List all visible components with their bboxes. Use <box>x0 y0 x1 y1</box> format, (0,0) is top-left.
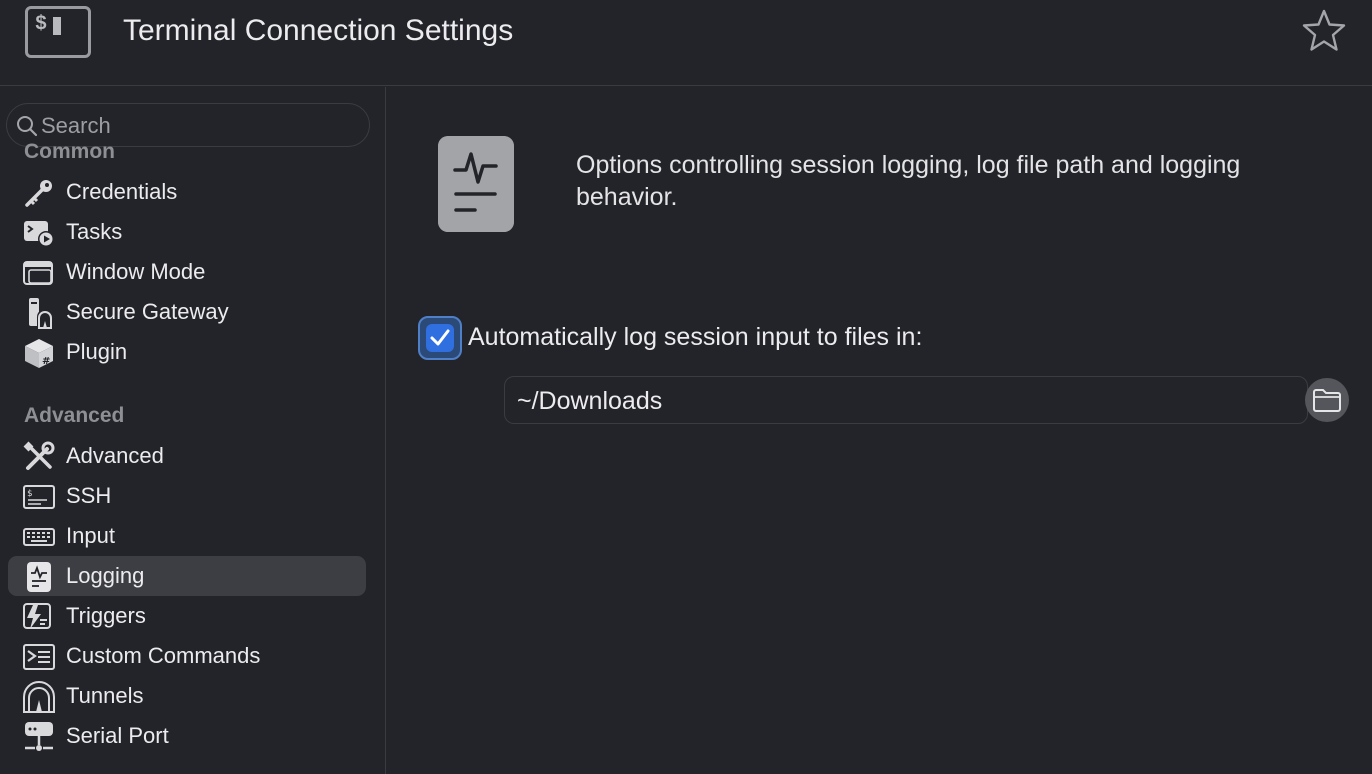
sidebar-item-plugin[interactable]: # Plugin <box>8 332 366 372</box>
svg-text:#: # <box>42 356 50 367</box>
section-label-advanced: Advanced <box>24 404 125 427</box>
sidebar: Common Credentials Tasks Window Mode <box>0 87 386 774</box>
key-icon <box>25 180 52 207</box>
sidebar-item-ssh[interactable]: $ SSH <box>8 476 366 516</box>
sidebar-item-label: Tunnels <box>66 683 144 708</box>
browse-folder-button[interactable] <box>1305 378 1349 422</box>
page-title: Terminal Connection Settings <box>123 14 514 47</box>
ssh-icon: $ <box>23 485 55 509</box>
auto-log-label[interactable]: Automatically log session input to files… <box>468 323 922 352</box>
search-input[interactable] <box>41 112 351 140</box>
sidebar-item-label: Triggers <box>66 603 146 628</box>
terminal-prompt-symbol: $ <box>35 13 48 36</box>
sidebar-item-triggers[interactable]: Triggers <box>8 596 366 636</box>
triggers-icon <box>23 603 51 629</box>
sidebar-item-tunnels[interactable]: Tunnels <box>8 676 366 716</box>
tools-icon <box>23 441 55 470</box>
terminal-cursor <box>53 17 61 35</box>
tunnels-icon <box>23 681 55 713</box>
sidebar-item-label: Serial Port <box>66 723 169 748</box>
sidebar-item-label: SSH <box>66 483 112 508</box>
sidebar-item-serial-port[interactable]: Serial Port <box>8 716 366 756</box>
sidebar-item-secure-gateway[interactable]: Secure Gateway <box>8 292 366 332</box>
sidebar-item-credentials[interactable]: Credentials <box>8 172 366 212</box>
serial-port-icon <box>25 722 53 751</box>
sidebar-item-label: Secure Gateway <box>66 299 229 324</box>
checkbox-fill <box>426 324 454 352</box>
auto-log-checkbox[interactable] <box>418 316 462 360</box>
sidebar-item-logging[interactable]: Logging <box>8 556 366 596</box>
sidebar-item-label: Custom Commands <box>66 643 261 668</box>
header: $ Terminal Connection Settings <box>0 0 1372 86</box>
section-label-common: Common <box>24 140 115 163</box>
sidebar-item-tasks[interactable]: Tasks <box>8 212 366 252</box>
plugin-icon: # <box>25 339 53 368</box>
terminal-icon: $ <box>25 6 91 58</box>
section-description: Options controlling session logging, log… <box>576 151 1241 211</box>
logging-icon <box>27 562 51 592</box>
sidebar-item-label: Advanced <box>66 443 164 468</box>
secure-gateway-icon <box>29 298 53 329</box>
log-document-icon <box>438 136 514 232</box>
log-path-input[interactable] <box>517 385 1277 417</box>
window-mode-icon <box>23 261 53 285</box>
sidebar-item-window-mode[interactable]: Window Mode <box>8 252 366 292</box>
keyboard-icon <box>23 528 55 546</box>
sidebar-item-label: Logging <box>66 563 145 588</box>
star-icon[interactable] <box>1301 8 1347 54</box>
svg-text:$: $ <box>27 489 32 499</box>
search-icon <box>17 116 38 137</box>
sidebar-item-label: Window Mode <box>66 259 206 284</box>
sidebar-item-label: Credentials <box>66 179 178 204</box>
main-content: Options controlling session logging, log… <box>387 87 1372 774</box>
log-path-field[interactable] <box>504 376 1308 424</box>
custom-commands-icon <box>23 644 55 670</box>
sidebar-item-label: Plugin <box>66 339 128 364</box>
sidebar-item-label: Tasks <box>66 219 123 244</box>
sidebar-item-custom-commands[interactable]: Custom Commands <box>8 636 366 676</box>
sidebar-item-input[interactable]: Input <box>8 516 366 556</box>
sidebar-item-label: Input <box>66 523 115 548</box>
sidebar-item-advanced[interactable]: Advanced <box>8 436 366 476</box>
tasks-icon <box>24 221 54 247</box>
checkmark-icon <box>430 329 450 346</box>
folder-icon <box>1313 389 1341 412</box>
